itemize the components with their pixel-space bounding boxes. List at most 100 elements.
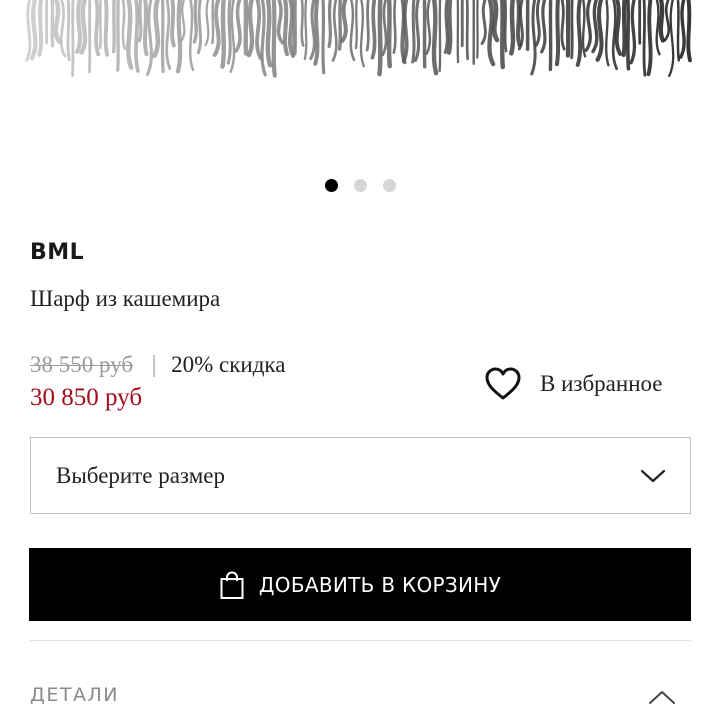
fringe-strand bbox=[370, 0, 377, 60]
fringe-strand bbox=[282, 0, 290, 57]
fringe-strand bbox=[626, 0, 631, 71]
fringe-strand bbox=[591, 0, 599, 54]
fringe-strand bbox=[465, 0, 470, 61]
fringe-strand bbox=[679, 0, 686, 59]
add-to-cart-button[interactable]: ДОБАВИТЬ В КОРЗИНУ bbox=[29, 548, 691, 621]
fringe-strand bbox=[175, 0, 183, 74]
size-select[interactable]: Выберите размер bbox=[30, 437, 691, 514]
fringe-strand bbox=[658, 0, 665, 43]
fringe-strand bbox=[584, 0, 592, 52]
details-accordion[interactable]: ДЕТАЛИ bbox=[30, 676, 691, 720]
fringe-strand bbox=[276, 0, 285, 45]
fringe-strand bbox=[165, 0, 172, 70]
fringe-strand bbox=[354, 0, 358, 50]
fringe-strand bbox=[126, 0, 134, 70]
fringe-strand bbox=[605, 0, 610, 67]
fringe-strand bbox=[629, 0, 637, 65]
fringe-strand bbox=[121, 0, 127, 50]
fringe-strand bbox=[492, 0, 500, 43]
fringe-strand bbox=[668, 0, 675, 78]
fringe-strand bbox=[303, 0, 308, 61]
fringe-strand bbox=[509, 0, 516, 56]
fringe-strand bbox=[480, 0, 487, 46]
fringe-strand bbox=[377, 0, 383, 77]
chevron-down-icon bbox=[640, 469, 666, 482]
fringe-strand bbox=[646, 0, 653, 77]
fringe-strand bbox=[411, 0, 416, 64]
product-image[interactable] bbox=[0, 0, 720, 150]
fringe-strand bbox=[570, 0, 574, 60]
fringe-strand bbox=[137, 0, 143, 43]
fringe-strand bbox=[79, 0, 88, 55]
fringe-strand bbox=[642, 0, 647, 77]
fringe-strand bbox=[337, 0, 343, 51]
discount-label: 20% скидка bbox=[171, 351, 286, 377]
add-to-cart-label: ДОБАВИТЬ В КОРЗИНУ bbox=[258, 572, 502, 597]
fringe-strand bbox=[196, 0, 202, 55]
fringe-strand bbox=[663, 0, 670, 42]
product-title: Шарф из кашемира bbox=[30, 286, 221, 311]
brand-name[interactable]: BML bbox=[30, 240, 84, 265]
price-info: 38 550 руб | 20% скидка bbox=[30, 351, 285, 378]
fringe-strand bbox=[59, 0, 67, 58]
fringe-strand bbox=[234, 0, 242, 53]
current-price: 30 850 руб bbox=[30, 384, 143, 411]
fringe-strand bbox=[220, 0, 226, 69]
fringe-strand bbox=[313, 0, 320, 66]
fringe-strand bbox=[94, 0, 101, 57]
fringe-strand bbox=[365, 0, 370, 52]
fringe-strand bbox=[25, 0, 32, 62]
gallery-dot-3[interactable] bbox=[382, 179, 396, 192]
fringe-strand bbox=[192, 0, 198, 44]
fringe-strand bbox=[686, 0, 692, 63]
fringe-strand bbox=[260, 0, 267, 77]
old-price: 38 550 руб bbox=[30, 351, 134, 377]
fringe-strand bbox=[327, 0, 332, 49]
scarf-fringe-image bbox=[25, 0, 692, 78]
price-separator: | bbox=[151, 351, 158, 377]
fringe-strand bbox=[386, 0, 393, 69]
fringe-strand bbox=[443, 0, 449, 54]
size-select-placeholder: Выберите размер bbox=[56, 462, 225, 488]
shopping-bag-icon bbox=[220, 570, 244, 599]
fringe-strand bbox=[381, 0, 388, 57]
fringe-strand bbox=[676, 0, 681, 62]
fringe-strand bbox=[204, 0, 210, 47]
fringe-strand bbox=[504, 0, 508, 53]
fringe-strand bbox=[560, 0, 566, 51]
chevron-up-icon bbox=[649, 691, 675, 704]
fringe-strand bbox=[534, 0, 541, 47]
fringe-strand bbox=[265, 0, 273, 68]
fringe-strand bbox=[160, 0, 165, 74]
fringe-strand bbox=[170, 0, 176, 48]
gallery-dot-2[interactable] bbox=[353, 179, 367, 192]
fringe-strand bbox=[37, 0, 44, 57]
add-to-favorites-button[interactable]: В избранное bbox=[484, 366, 663, 402]
fringe-strand bbox=[321, 0, 326, 75]
fringe-strand bbox=[111, 0, 116, 54]
fringe-strand bbox=[309, 0, 316, 61]
fringe-strand bbox=[212, 0, 221, 57]
fringe-strand bbox=[500, 0, 505, 70]
fringe-strand bbox=[66, 0, 71, 62]
gallery-dot-1[interactable] bbox=[324, 179, 338, 192]
fringe-strand bbox=[143, 0, 149, 57]
fringe-strand bbox=[103, 0, 110, 57]
fringe-strand bbox=[53, 0, 62, 45]
fringe-strand bbox=[134, 0, 140, 73]
section-divider bbox=[30, 640, 691, 641]
fringe-strand bbox=[75, 0, 82, 54]
fringe-strand bbox=[145, 0, 154, 76]
heart-outline-icon bbox=[485, 367, 521, 400]
fringe-strand bbox=[530, 0, 537, 76]
details-label: ДЕТАЛИ bbox=[30, 684, 119, 706]
fringe-strand bbox=[300, 0, 305, 47]
fringe-strand bbox=[595, 0, 604, 62]
fringe-strand bbox=[554, 0, 561, 67]
fringe-strand bbox=[188, 0, 195, 72]
fringe-strand bbox=[271, 0, 277, 78]
fringe-strand bbox=[255, 0, 263, 60]
fringe-strand bbox=[425, 0, 432, 56]
fringe-strand bbox=[516, 0, 522, 48]
fringe-strand bbox=[392, 0, 397, 54]
